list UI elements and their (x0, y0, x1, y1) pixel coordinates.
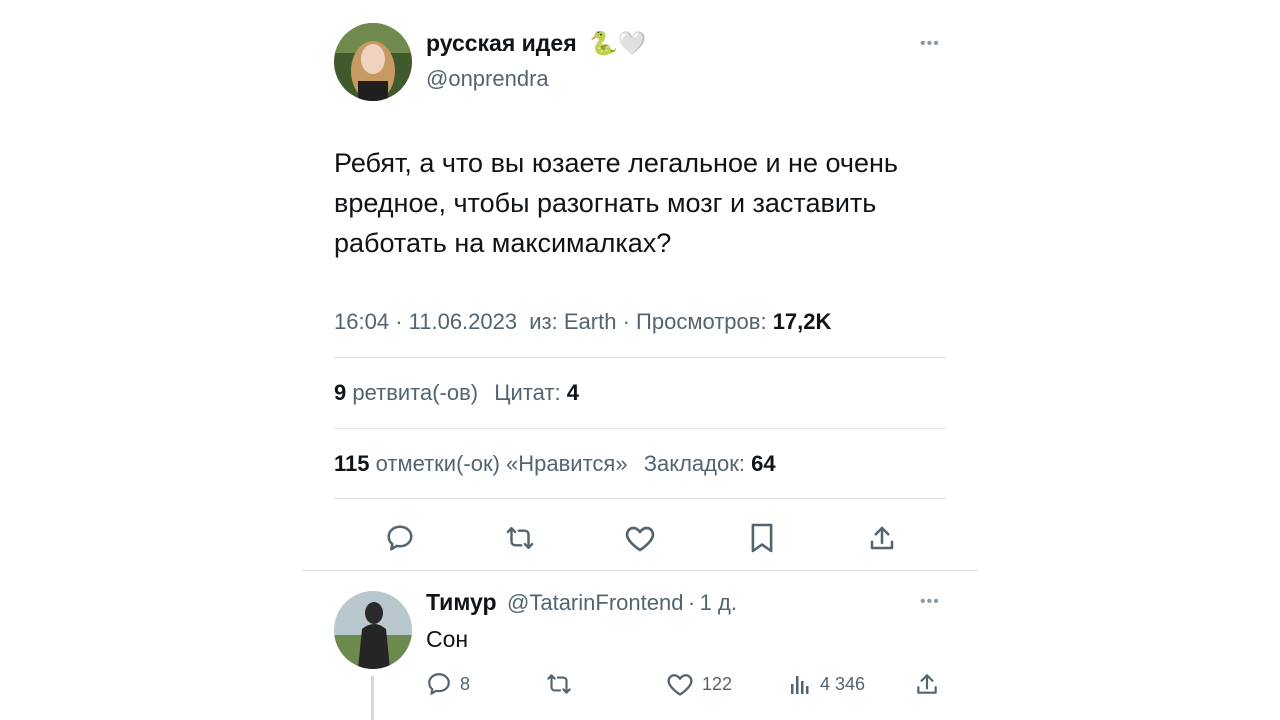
reply-views-button[interactable]: 4 346 (788, 670, 865, 698)
share-icon (917, 674, 937, 694)
tweet-text: Ребят, а что вы юзаете легальное и не оч… (334, 148, 898, 258)
reply-time[interactable]: 1 д. (700, 590, 737, 615)
share-icon (870, 526, 894, 550)
quotes-label: Цитат: (494, 380, 561, 405)
source-prefix: из: (529, 309, 558, 334)
divider (334, 357, 946, 358)
reply-text: Сон (426, 626, 469, 652)
bookmarks-count: 64 (751, 451, 776, 476)
quotes-link[interactable]: Цитат: 4 (494, 380, 579, 405)
author-handle[interactable]: @onprendra (426, 66, 549, 92)
meta-separator: · (622, 309, 637, 334)
views-icon (791, 676, 809, 694)
reply-likes-count: 122 (702, 673, 733, 694)
author-emojis: 🐍🤍 (589, 30, 647, 56)
tweet-meta: 16:04 · 11.06.2023 из: Earth · Просмотро… (334, 309, 831, 335)
retweet-button[interactable] (498, 520, 542, 556)
reply-share-button[interactable] (914, 670, 940, 698)
retweets-link[interactable]: 9 ретвита(-ов) (334, 380, 484, 405)
retweet-stats: 9 ретвита(-ов) Цитат: 4 (334, 380, 579, 406)
likes-count: 115 (334, 451, 370, 476)
bookmarks-label: Закладок: (643, 451, 745, 476)
tweet-time[interactable]: 16:04 (334, 309, 389, 334)
meta-separator: · (395, 309, 409, 334)
like-icon (667, 674, 693, 696)
thread-line (371, 676, 374, 720)
like-icon (625, 526, 655, 552)
reply-author-avatar[interactable] (334, 591, 412, 669)
retweets-label: ретвита(-ов) (352, 380, 479, 405)
quotes-count: 4 (566, 380, 579, 405)
author-name-text: русская идея (426, 30, 577, 56)
reply-icon (428, 673, 450, 695)
reply-views-count: 4 346 (820, 673, 866, 694)
bookmark-icon (751, 523, 773, 553)
like-button[interactable] (620, 520, 660, 556)
retweets-count: 9 (334, 380, 347, 405)
retweet-icon (547, 674, 571, 694)
reply-reply-button[interactable]: 8 (426, 670, 470, 698)
bookmarks-link[interactable]: Закладок: 64 (644, 451, 776, 476)
more-options-icon[interactable]: ••• (920, 35, 940, 53)
likes-label: отметки(-ок) «Нравится» (375, 451, 628, 476)
reply-retweet-button[interactable] (544, 670, 574, 698)
tweet-date[interactable]: 11.06.2023 (409, 309, 517, 334)
reply-like-button[interactable]: 122 (666, 670, 732, 698)
reply-button[interactable] (380, 520, 420, 556)
reply-more-options-icon[interactable]: ••• (920, 593, 940, 611)
divider (334, 498, 946, 499)
retweet-icon (506, 527, 534, 549)
author-name[interactable]: русская идея 🐍🤍 (426, 30, 646, 57)
views-count: 17,2K (772, 309, 832, 334)
reply-author-handle[interactable]: @TatarinFrontend (507, 590, 683, 615)
share-button[interactable] (862, 520, 902, 556)
divider (302, 570, 978, 571)
like-stats: 115 отметки(-ок) «Нравится» Закладок: 64 (334, 451, 776, 477)
divider (334, 428, 946, 429)
reply-header: Тимур @TatarinFrontend · 1 д. (426, 589, 737, 616)
author-avatar[interactable] (334, 23, 412, 101)
views-label: Просмотров: (636, 309, 767, 334)
bookmark-button[interactable] (742, 520, 782, 556)
likes-link[interactable]: 115 отметки(-ок) «Нравится» (334, 451, 634, 476)
tweet-source[interactable]: Earth (564, 309, 617, 334)
meta-separator: · (687, 590, 696, 615)
reply-author-name[interactable]: Тимур (426, 589, 497, 615)
reply-replies-count: 8 (460, 673, 471, 694)
reply-icon (387, 525, 413, 551)
